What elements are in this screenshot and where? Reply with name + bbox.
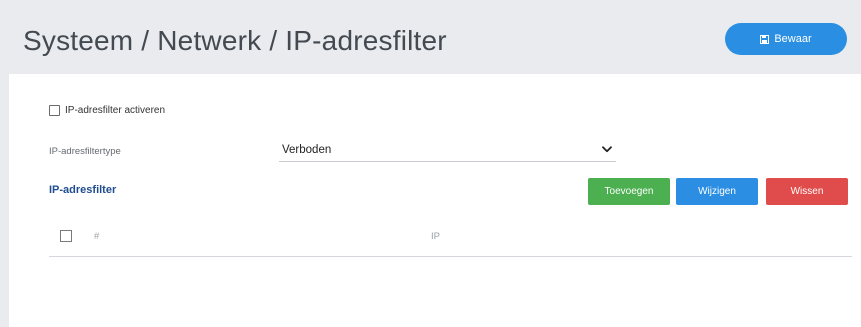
chevron-down-icon [602,146,612,153]
column-header-ip: IP [431,231,440,242]
enable-filter-checkbox[interactable] [49,105,60,116]
filter-section-title: IP-adresfilter [49,184,117,196]
add-button[interactable]: Toevoegen [588,178,670,205]
page-header: Systeem / Netwerk / IP-adresfilter Bewaa… [0,0,861,74]
settings-panel: IP-adresfilter activeren IP-adresfiltert… [9,74,861,327]
filter-table-header: # IP [49,225,852,257]
delete-button[interactable]: Wissen [766,178,848,205]
floppy-disk-icon [760,34,770,44]
save-button-label: Bewaar [774,33,812,45]
filter-type-label: IP-adresfiltertype [49,146,121,157]
enable-filter-row: IP-adresfilter activeren [49,105,165,116]
select-all-checkbox[interactable] [60,230,72,242]
column-header-number: # [94,231,100,242]
page-title: Systeem / Netwerk / IP-adresfilter [23,25,447,56]
filter-type-select[interactable]: Verboden [279,138,616,162]
filter-type-value: Verboden [282,143,332,156]
save-button[interactable]: Bewaar [725,23,847,55]
enable-filter-label[interactable]: IP-adresfilter activeren [65,105,165,116]
edit-button[interactable]: Wijzigen [676,178,758,205]
